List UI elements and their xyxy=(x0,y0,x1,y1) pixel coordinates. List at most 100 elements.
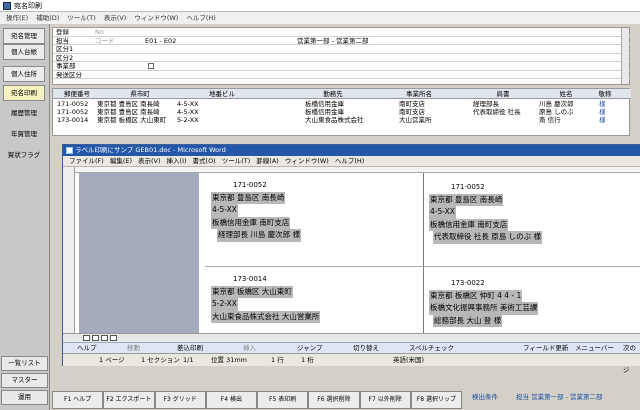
address-label: 173-0014 東京都 板橋区 大山東町 5-2-XX 大山東食品株式会社 大… xyxy=(211,273,321,323)
nav-list[interactable]: 一覧リスト xyxy=(1,356,48,371)
word-title: ラベル印刷にサンプ GEB01.doc - Microsoft Word xyxy=(75,146,226,154)
label-line: 4-5-XX xyxy=(429,206,456,219)
label-line: 板橋信用金庫 南町支店 xyxy=(429,218,509,231)
bottom-status-left: 検出条件 xyxy=(472,393,498,401)
search-form: 登録 No 担当 コード E01 - E02 営業第一部 - 営業第二部 区分1… xyxy=(52,27,631,85)
staff-code-field[interactable]: E01 - E02 xyxy=(145,37,176,45)
view-buttons xyxy=(63,333,640,342)
col-title[interactable]: 肩書 xyxy=(473,89,533,99)
f5-print-button[interactable]: F5 表印刷 xyxy=(257,391,309,409)
form-label: 区分1 xyxy=(56,45,74,53)
word-menu-file[interactable]: ファイル(F) xyxy=(69,156,104,167)
form-row: 区分2 xyxy=(53,54,631,62)
bottom-status-right: 担当 営業第一部 - 営業第二部 xyxy=(516,393,603,401)
col-name[interactable]: 姓名 xyxy=(541,89,591,99)
menu-tools[interactable]: ツール(T) xyxy=(67,12,96,24)
vertical-ruler xyxy=(63,167,75,333)
normal-view-icon[interactable] xyxy=(83,335,90,341)
label-line: 東京都 豊島区 南長崎 xyxy=(211,191,286,204)
cell-title: 代表取締役 社長 xyxy=(473,108,521,116)
table-row[interactable]: 171-0052 東京都 豊島区 南長崎 4-5-XX 板橋信用金庫 南町支店 … xyxy=(53,108,631,116)
table-row[interactable]: 171-0052 東京都 豊島区 南長崎 4-5-XX 板橋信用金庫 南町支店 … xyxy=(53,100,631,108)
status-page: 1 ページ xyxy=(99,356,125,364)
cell-street: 4-5-XX xyxy=(177,100,199,108)
nav-history[interactable]: 履歴管理 xyxy=(3,106,45,122)
f6-delete-button[interactable]: F6 選択削除 xyxy=(308,391,360,409)
cell-title: 経理部長 xyxy=(473,100,499,108)
app-icon xyxy=(3,2,11,10)
label-line: 総務部長 大山 登 様 xyxy=(433,314,503,327)
word-titlebar: ラベル印刷にサンプ GEB01.doc - Microsoft Word xyxy=(63,145,640,156)
nav-address-manage[interactable]: 宛名管理 xyxy=(3,28,45,44)
col-office[interactable]: 事業所名 xyxy=(389,89,449,99)
label-zip: 171-0052 xyxy=(451,183,485,191)
staff-name-field[interactable]: 営業第一部 - 営業第二部 xyxy=(297,37,368,45)
word-menu-edit[interactable]: 編集(E) xyxy=(110,156,132,167)
address-label: 171-0052 東京都 豊島区 南長崎 4-5-XX 板橋信用金庫 南町支店 … xyxy=(429,181,543,244)
status-language: 英語(米国) xyxy=(393,356,425,364)
form-label: 担当 xyxy=(56,36,69,45)
status-line: 1 行 xyxy=(271,356,284,364)
word-menu-insert[interactable]: 挿入(I) xyxy=(167,156,187,167)
nav-operation[interactable]: 運用 xyxy=(1,390,48,405)
division-checkbox[interactable] xyxy=(148,63,154,69)
label-line: 東京都 板橋区 仲町 4 4 - 1 xyxy=(429,289,523,302)
f7-delete-other-button[interactable]: F7 以外削除 xyxy=(359,391,411,409)
word-menu-view[interactable]: 表示(V) xyxy=(138,156,161,167)
label-line: 東京都 豊島区 南長崎 xyxy=(429,193,504,206)
status-position: 位置 31mm xyxy=(211,356,248,364)
nav-personal-ledger[interactable]: 個人台帳 xyxy=(3,44,45,60)
address-label: 171-0052 東京都 豊島区 南長崎 4-5-XX 板橋信用金庫 南町支店 … xyxy=(211,179,302,242)
word-menu-tools[interactable]: ツール(T) xyxy=(222,156,251,167)
f4-detect-button[interactable]: F4 検出 xyxy=(205,391,257,409)
nav-master[interactable]: マスター xyxy=(1,373,48,388)
label-line: 大山東食品株式会社 大山営業所 xyxy=(211,310,321,323)
nav-bottom-group: 一覧リスト マスター 運用 xyxy=(0,356,50,410)
nav-newyear[interactable]: 年賀管理 xyxy=(3,127,45,143)
word-menu-table[interactable]: 罫線(A) xyxy=(256,156,279,167)
web-view-icon[interactable] xyxy=(92,335,99,341)
mailmerge-toolbar: ヘルプ 移動 差込印刷 挿入 ジャンプ 切り替え スペルチェック フィールド更新… xyxy=(63,342,640,374)
nav-personal-address[interactable]: 個人住所 xyxy=(3,66,45,82)
col-zip[interactable]: 郵便番号 xyxy=(55,89,99,99)
f1-help-button[interactable]: F1 ヘルプ xyxy=(52,391,104,409)
bottom-status: 検出条件 担当 営業第一部 - 営業第二部 xyxy=(466,392,640,402)
print-view-icon[interactable] xyxy=(101,335,108,341)
cell-zip: 171-0052 xyxy=(57,108,89,116)
table-header: 郵便番号 県市町 地番ビル 勤務先 事業所名 肩書 姓名 敬称 xyxy=(53,89,631,99)
form-scrollbar[interactable] xyxy=(621,28,629,84)
word-menu-format[interactable]: 書式(O) xyxy=(193,156,216,167)
cell-office: 大山営業所 xyxy=(399,116,432,124)
menu-operate[interactable]: 操作(E) xyxy=(6,12,28,24)
word-menu-help[interactable]: ヘルプ(H) xyxy=(335,156,364,167)
status-section: 1 セクション xyxy=(141,356,180,364)
nav-card-flag[interactable]: 賀状フラグ xyxy=(3,148,45,164)
label-line: 経理部長 川島 慶次郎 様 xyxy=(217,229,302,242)
col-company[interactable]: 勤務先 xyxy=(293,89,373,99)
col-honorific[interactable]: 敬称 xyxy=(593,89,617,99)
f2-export-button[interactable]: F2 エクスポート xyxy=(103,391,155,409)
page-margin-area xyxy=(79,173,199,333)
outline-view-icon[interactable] xyxy=(110,335,117,341)
word-menubar: ファイル(F) 編集(E) 表示(V) 挿入(I) 書式(O) ツール(T) 罫… xyxy=(63,156,640,167)
f8-select-button[interactable]: F8 選択リップ xyxy=(410,391,462,409)
col-city[interactable]: 県市町 xyxy=(103,89,177,99)
form-label: 事業部 xyxy=(56,62,76,70)
word-menu-window[interactable]: ウィンドウ(W) xyxy=(285,156,329,167)
col-street[interactable]: 地番ビル xyxy=(181,89,263,99)
form-row: 区分1 xyxy=(53,45,631,54)
menu-window[interactable]: ウィンドウ(W) xyxy=(134,12,178,24)
menu-help[interactable]: ヘルプ(H) xyxy=(186,12,215,24)
table-row[interactable]: 173-0014 東京都 板橋区 大山東町 5-2-XX 大山東食品株式会社 大… xyxy=(53,116,631,124)
form-label: 登録 xyxy=(56,28,69,36)
app-titlebar: 宛名印刷 xyxy=(0,0,640,12)
menu-view[interactable]: 表示(V) xyxy=(104,12,127,24)
menu-aux[interactable]: 補助(D) xyxy=(36,12,59,24)
f3-grid-button[interactable]: F3 グリッド xyxy=(154,391,206,409)
nav-address-print[interactable]: 宛名印刷 xyxy=(3,85,45,101)
status-col: 1 桁 xyxy=(301,356,314,364)
document-page[interactable]: 171-0052 東京都 豊島区 南長崎 4-5-XX 板橋信用金庫 南町支店 … xyxy=(205,173,640,333)
cell-zip: 171-0052 xyxy=(57,100,89,108)
cell-company: 大山東食品株式会社 xyxy=(305,116,364,124)
address-label: 173-0022 東京都 板橋区 仲町 4 4 - 1 板橋文化振興事務所 美術… xyxy=(429,277,539,327)
